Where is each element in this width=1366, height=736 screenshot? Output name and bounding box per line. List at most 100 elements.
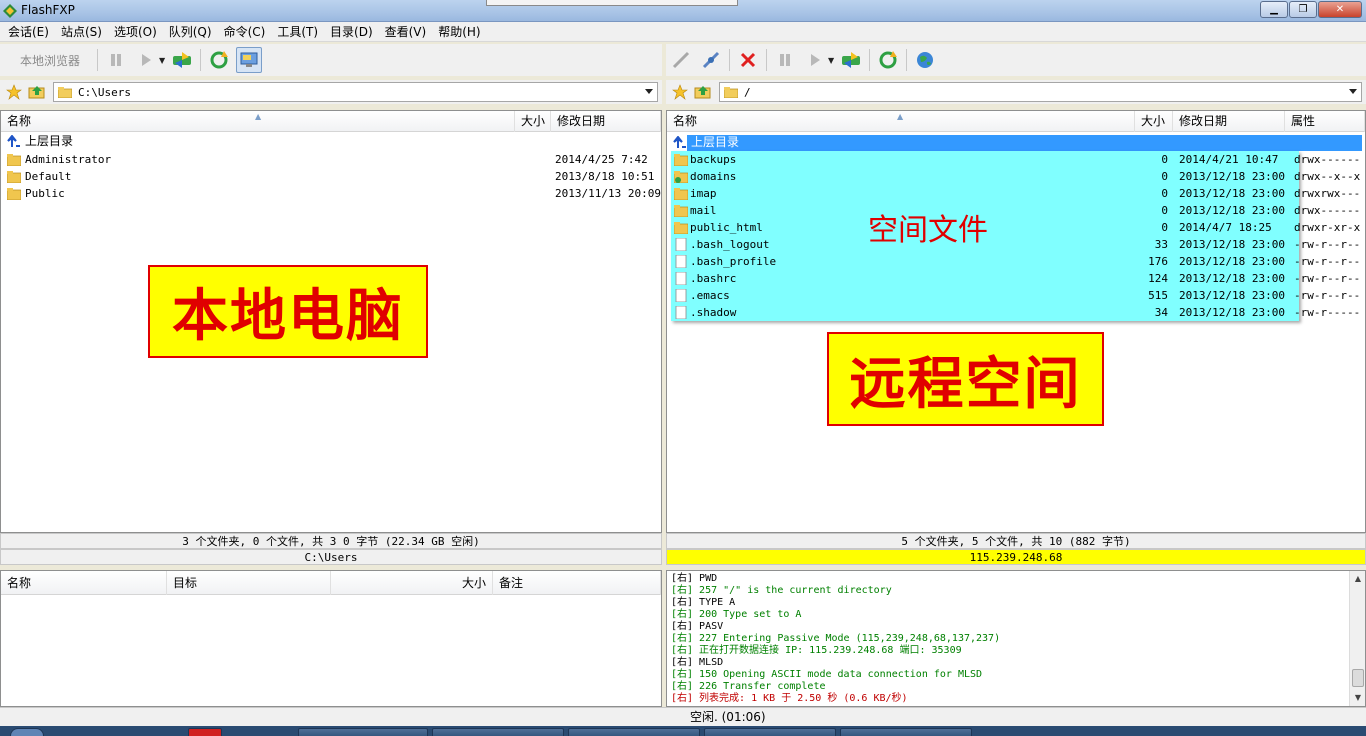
local-list-header: 名称 ▲ 大小 修改日期 (1, 111, 661, 132)
transfer-button[interactable] (169, 47, 195, 73)
chevron-down-icon[interactable] (1349, 89, 1357, 94)
scroll-down-icon[interactable]: ▼ (1350, 690, 1366, 706)
minimize-button[interactable]: ▁ (1260, 1, 1288, 18)
log-line: [右] 正在打开数据连接 IP: 115.239.248.68 端口: 3530… (671, 645, 962, 656)
table-row[interactable]: Public 2013/11/13 20:09 (3, 185, 661, 202)
toolbar-separator (200, 49, 202, 71)
menu-queue[interactable]: 队列(Q) (163, 23, 218, 40)
folder-icon (674, 154, 688, 166)
local-browser-toggle-button[interactable] (236, 47, 263, 73)
remote-transfer-button[interactable] (838, 47, 864, 73)
globe-button[interactable] (912, 47, 938, 73)
parent-dir-row[interactable]: 上层目录 (3, 133, 603, 150)
remote-pause-button[interactable] (772, 47, 798, 73)
folder-up-icon[interactable] (28, 84, 46, 100)
col-attributes[interactable]: 属性 (1285, 111, 1365, 132)
play-dropdown-icon[interactable]: ▼ (159, 56, 165, 65)
table-row[interactable]: .bash_profile 176 2013/12/18 23:00 -rw-r--r… (670, 253, 1362, 270)
table-row[interactable]: .bashrc 124 2013/12/18 23:00 -rw-r--r-- (670, 270, 1362, 287)
table-row[interactable]: imap 0 2013/12/18 23:00 drwxrwx--- (670, 185, 1362, 202)
local-path-combo[interactable]: C:\Users (53, 82, 658, 102)
parent-dir-row[interactable]: 上层目录 (669, 134, 1359, 151)
taskbar-app[interactable] (840, 728, 972, 736)
table-row[interactable]: domains 0 2013/12/18 23:00 drwx--x--x (670, 168, 1362, 185)
os-taskbar (0, 726, 1366, 736)
table-row[interactable]: Default 2013/8/18 10:51 (3, 168, 658, 185)
chevron-down-icon[interactable] (645, 89, 653, 94)
taskbar-app[interactable] (188, 728, 222, 736)
star-icon[interactable] (672, 84, 688, 100)
session-log[interactable]: [右] PWD [右] 257 "/" is the current direct… (666, 570, 1366, 707)
menu-directory[interactable]: 目录(D) (324, 23, 379, 40)
col-date[interactable]: 修改日期 (551, 111, 661, 132)
table-row[interactable]: .shadow 34 2013/12/18 23:00 -rw-r----- (670, 304, 1362, 321)
remote-play-button[interactable] (802, 47, 828, 73)
refresh-button[interactable] (206, 47, 232, 73)
pause-button[interactable] (103, 47, 129, 73)
taskbar-app[interactable] (704, 728, 836, 736)
app-status: 空闲. (01:06) (0, 707, 1366, 726)
file-date: 2013/12/18 23:00 (1179, 306, 1285, 319)
folder-icon (674, 188, 688, 200)
remote-play-dropdown-icon[interactable]: ▼ (828, 56, 834, 65)
remote-path-combo[interactable]: / (719, 82, 1362, 102)
close-button[interactable]: ✕ (1318, 1, 1362, 18)
file-size: 176 (1148, 255, 1168, 268)
file-name: .bashrc (690, 272, 737, 285)
file-name: Default (25, 170, 72, 183)
minimize-icon: ▁ (1270, 3, 1278, 15)
col-size[interactable]: 大小 (1135, 111, 1173, 132)
refresh-icon (210, 51, 229, 69)
star-icon[interactable] (6, 84, 22, 100)
col-date[interactable]: 修改日期 (1173, 111, 1285, 132)
plug-icon (702, 51, 720, 69)
toolbar-separator (906, 49, 908, 71)
table-row[interactable]: backups 0 2014/4/21 10:47 drwx------ (670, 151, 1362, 168)
remote-refresh-button[interactable] (875, 47, 901, 73)
log-line: [右] 227 Entering Passive Mode (115,239,2… (671, 633, 1001, 644)
scroll-up-icon[interactable]: ▲ (1350, 571, 1366, 587)
table-row[interactable]: public_html 0 2014/4/7 18:25 drwxr-xr-x (670, 219, 1362, 236)
folder-icon (58, 86, 72, 98)
table-row[interactable]: .bash_logout 33 2013/12/18 23:00 -rw-r--r-- (670, 236, 1362, 253)
queue-col-note[interactable]: 备注 (493, 571, 661, 595)
menu-tools[interactable]: 工具(T) (271, 23, 324, 40)
transfer-icon (842, 52, 861, 68)
play-button[interactable] (133, 47, 159, 73)
start-button[interactable] (10, 728, 44, 736)
menu-view[interactable]: 查看(V) (379, 23, 433, 40)
file-size: 0 (1161, 170, 1168, 183)
maximize-button[interactable]: ❐ (1289, 1, 1317, 18)
file-size: 0 (1161, 221, 1168, 234)
file-icon (675, 289, 687, 302)
menu-help[interactable]: 帮助(H) (432, 23, 486, 40)
col-size[interactable]: 大小 (515, 111, 551, 132)
menu-commands[interactable]: 命令(C) (218, 23, 272, 40)
menu-sites[interactable]: 站点(S) (55, 23, 108, 40)
table-row[interactable]: .emacs 515 2013/12/18 23:00 -rw-r--r-- (670, 287, 1362, 304)
table-row[interactable]: Administrator 2014/4/25 7:42 (3, 151, 658, 168)
log-scrollbar[interactable]: ▲ ▼ (1349, 571, 1365, 706)
abort-button[interactable] (735, 47, 761, 73)
menu-session[interactable]: 会话(E) (2, 23, 55, 40)
local-browser-button[interactable]: 本地浏览器 (6, 47, 94, 73)
disconnect-button[interactable] (698, 47, 724, 73)
menu-options[interactable]: 选项(O) (108, 23, 163, 40)
file-size: 0 (1161, 153, 1168, 166)
queue-col-name[interactable]: 名称 (1, 571, 167, 595)
queue-col-target[interactable]: 目标 (167, 571, 331, 595)
queue-col-size[interactable]: 大小 (331, 571, 493, 595)
file-attributes: drwx------ (1294, 204, 1361, 217)
taskbar-app[interactable] (298, 728, 428, 736)
connect-button[interactable] (668, 47, 694, 73)
taskbar-app[interactable] (568, 728, 700, 736)
toolbar-separator (869, 49, 871, 71)
scroll-thumb[interactable] (1352, 669, 1364, 687)
taskbar-app[interactable] (432, 728, 564, 736)
table-row[interactable]: mail 0 2013/12/18 23:00 drwx------ (670, 202, 1362, 219)
play-icon (142, 54, 152, 66)
transfer-queue[interactable]: 名称 目标 大小 备注 (0, 570, 662, 707)
toolbar-separator (97, 49, 99, 71)
close-icon: ✕ (1335, 3, 1345, 15)
folder-up-icon[interactable] (694, 84, 712, 100)
